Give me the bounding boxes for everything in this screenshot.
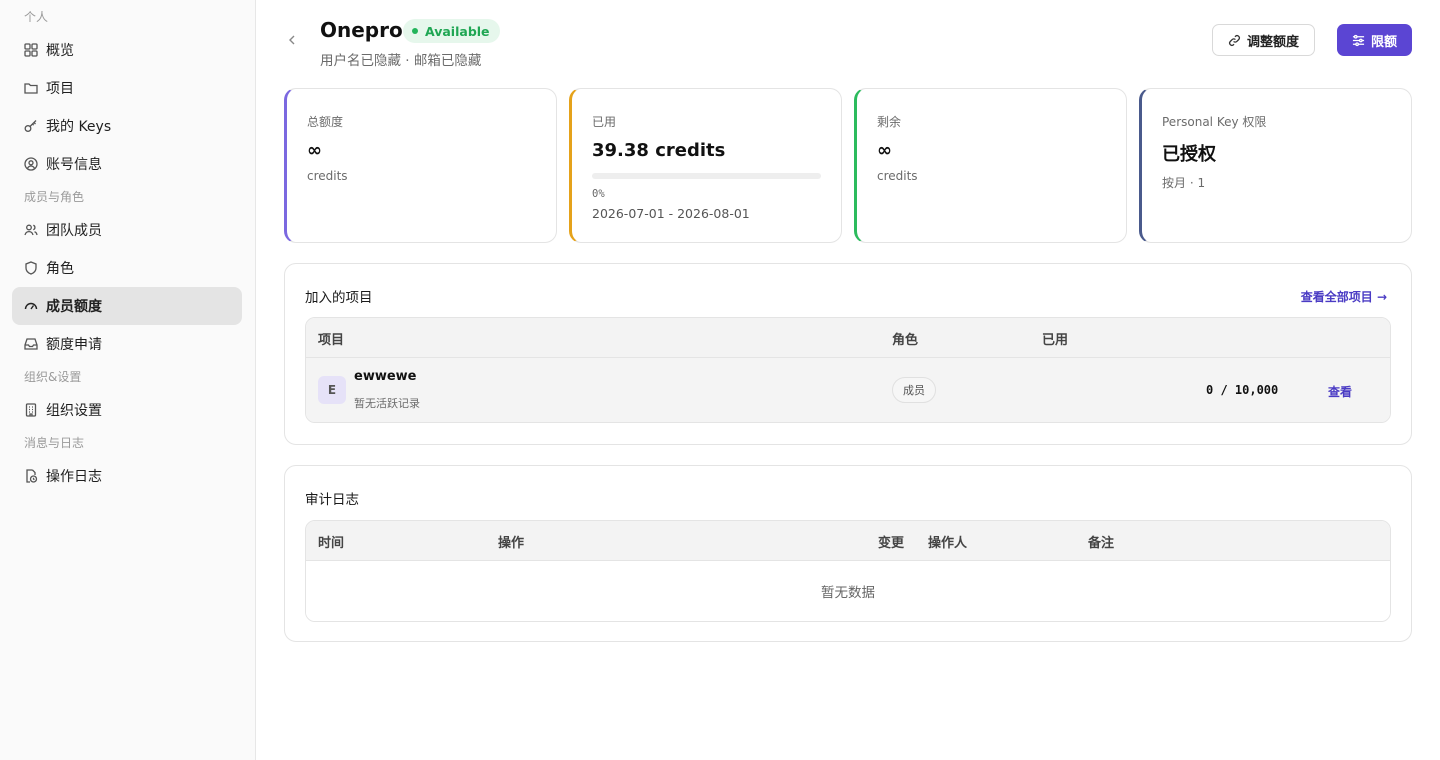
column-header-change: 变更	[878, 536, 905, 551]
limit-label: 限额	[1370, 34, 1397, 50]
card-unit: credits	[307, 169, 348, 183]
table-header: 时间 操作 变更 操作人 备注	[306, 521, 1390, 561]
sidebar-item-audit-log[interactable]: 操作日志	[12, 457, 242, 495]
sidebar: 个人 概览 项目 我的 Keys 账号信息 成员与角色 团队成员 角色 成员额度…	[0, 0, 256, 760]
card-label: 剩余	[877, 115, 902, 129]
section-label-personal: 个人	[24, 10, 49, 24]
usage-progress-bar	[592, 173, 821, 179]
adjust-quota-button[interactable]: 调整额度	[1212, 24, 1315, 56]
sidebar-item-org-settings[interactable]: 组织设置	[12, 391, 242, 429]
sliders-icon	[1352, 34, 1365, 46]
section-label-logs: 消息与日志	[24, 436, 85, 450]
usage-percent: 0%	[592, 188, 605, 200]
sidebar-item-label: 概览	[46, 43, 74, 59]
card-value: ∞	[877, 140, 892, 161]
page-title: Onepro	[320, 18, 403, 42]
inbox-icon	[24, 337, 38, 351]
column-header-time: 时间	[318, 536, 345, 551]
audit-log-panel: 审计日志 时间 操作 变更 操作人 备注 暂无数据	[284, 465, 1412, 642]
grid-icon	[24, 43, 38, 57]
card-label: Personal Key 权限	[1162, 115, 1267, 129]
card-sub: 按月 · 1	[1162, 176, 1206, 190]
limit-button[interactable]: 限额	[1337, 24, 1412, 56]
remaining-quota-card: 剩余 ∞ credits	[854, 88, 1127, 243]
view-project-link[interactable]: 查看	[1328, 383, 1352, 400]
folder-icon	[24, 81, 38, 95]
usage-date-range: 2026-07-01 - 2026-08-01	[592, 206, 750, 221]
status-dot-icon	[412, 28, 418, 34]
adjust-quota-label: 调整额度	[1246, 34, 1299, 50]
sidebar-item-quota[interactable]: 成员额度	[12, 287, 242, 325]
user-circle-icon	[24, 157, 38, 171]
status-text: Available	[425, 23, 490, 39]
sidebar-item-account[interactable]: 账号信息	[12, 145, 242, 183]
card-value: 39.38 credits	[592, 140, 726, 161]
gauge-icon	[24, 299, 38, 313]
project-usage: 0 / 10,000	[1206, 383, 1279, 397]
card-label: 总额度	[307, 115, 344, 129]
card-unit: credits	[877, 169, 918, 183]
arrow-right-icon: →	[1372, 290, 1387, 304]
card-value: ∞	[307, 140, 322, 161]
column-header-project: 项目	[318, 333, 345, 348]
view-all-projects-link[interactable]: 查看全部项目 →	[1301, 288, 1387, 305]
project-name: ewwewe	[354, 369, 417, 384]
sidebar-item-overview[interactable]: 概览	[12, 31, 242, 69]
sidebar-item-label: 我的 Keys	[46, 119, 112, 135]
sidebar-item-label: 组织设置	[46, 403, 102, 419]
project-avatar: E	[318, 376, 346, 404]
sidebar-item-label: 团队成员	[46, 223, 102, 239]
column-header-action: 操作	[498, 536, 525, 551]
sidebar-item-team[interactable]: 团队成员	[12, 211, 242, 249]
building-icon	[24, 403, 38, 417]
file-clock-icon	[24, 469, 38, 483]
main-content: Onepro Available 用户名已隐藏 · 邮箱已隐藏 调整额度 限额 …	[256, 0, 1440, 760]
joined-projects-panel: 加入的项目 查看全部项目 → 项目 角色 已用 E ewwewe 暂无活跃记录 …	[284, 263, 1412, 445]
table-header: 项目 角色 已用	[306, 318, 1390, 358]
column-header-role: 角色	[892, 333, 919, 348]
sidebar-item-label: 角色	[46, 261, 74, 277]
chevron-left-icon	[289, 35, 295, 45]
role-badge: 成员	[892, 377, 936, 403]
page-subtitle: 用户名已隐藏 · 邮箱已隐藏	[320, 53, 482, 69]
sidebar-item-label: 项目	[46, 81, 74, 97]
users-icon	[24, 223, 38, 237]
column-header-used: 已用	[1042, 333, 1069, 348]
key-icon	[24, 119, 38, 133]
card-value: 已授权	[1162, 144, 1216, 165]
back-button[interactable]	[284, 30, 300, 50]
shield-icon	[24, 261, 38, 275]
sidebar-item-label: 额度申请	[46, 337, 102, 353]
used-quota-card: 已用 39.38 credits 0% 2026-07-01 - 2026-08…	[569, 88, 842, 243]
sidebar-item-label: 操作日志	[46, 469, 102, 485]
section-label-members: 成员与角色	[24, 190, 85, 204]
sidebar-item-label: 成员额度	[46, 299, 102, 315]
panel-title: 加入的项目	[305, 290, 373, 306]
view-all-label: 查看全部项目	[1300, 290, 1373, 304]
card-label: 已用	[592, 115, 617, 129]
projects-table: 项目 角色 已用 E ewwewe 暂无活跃记录 成员 0 / 10,000 查…	[305, 317, 1391, 423]
link-icon	[1229, 34, 1240, 46]
project-activity: 暂无活跃记录	[354, 397, 420, 410]
sidebar-item-my-keys[interactable]: 我的 Keys	[12, 107, 242, 145]
empty-state: 暂无数据	[306, 561, 1390, 621]
personal-key-card: Personal Key 权限 已授权 按月 · 1	[1139, 88, 1412, 243]
audit-table: 时间 操作 变更 操作人 备注 暂无数据	[305, 520, 1391, 622]
section-label-org: 组织&设置	[24, 370, 82, 384]
sidebar-item-quota-request[interactable]: 额度申请	[12, 325, 242, 363]
sidebar-item-label: 账号信息	[46, 157, 102, 173]
sidebar-item-projects[interactable]: 项目	[12, 69, 242, 107]
table-row: E ewwewe 暂无活跃记录 成员 0 / 10,000 查看	[306, 358, 1390, 422]
status-badge: Available	[403, 19, 500, 43]
total-quota-card: 总额度 ∞ credits	[284, 88, 557, 243]
sidebar-item-roles[interactable]: 角色	[12, 249, 242, 287]
column-header-note: 备注	[1088, 536, 1115, 551]
panel-title: 审计日志	[305, 492, 359, 508]
column-header-operator: 操作人	[928, 536, 968, 551]
